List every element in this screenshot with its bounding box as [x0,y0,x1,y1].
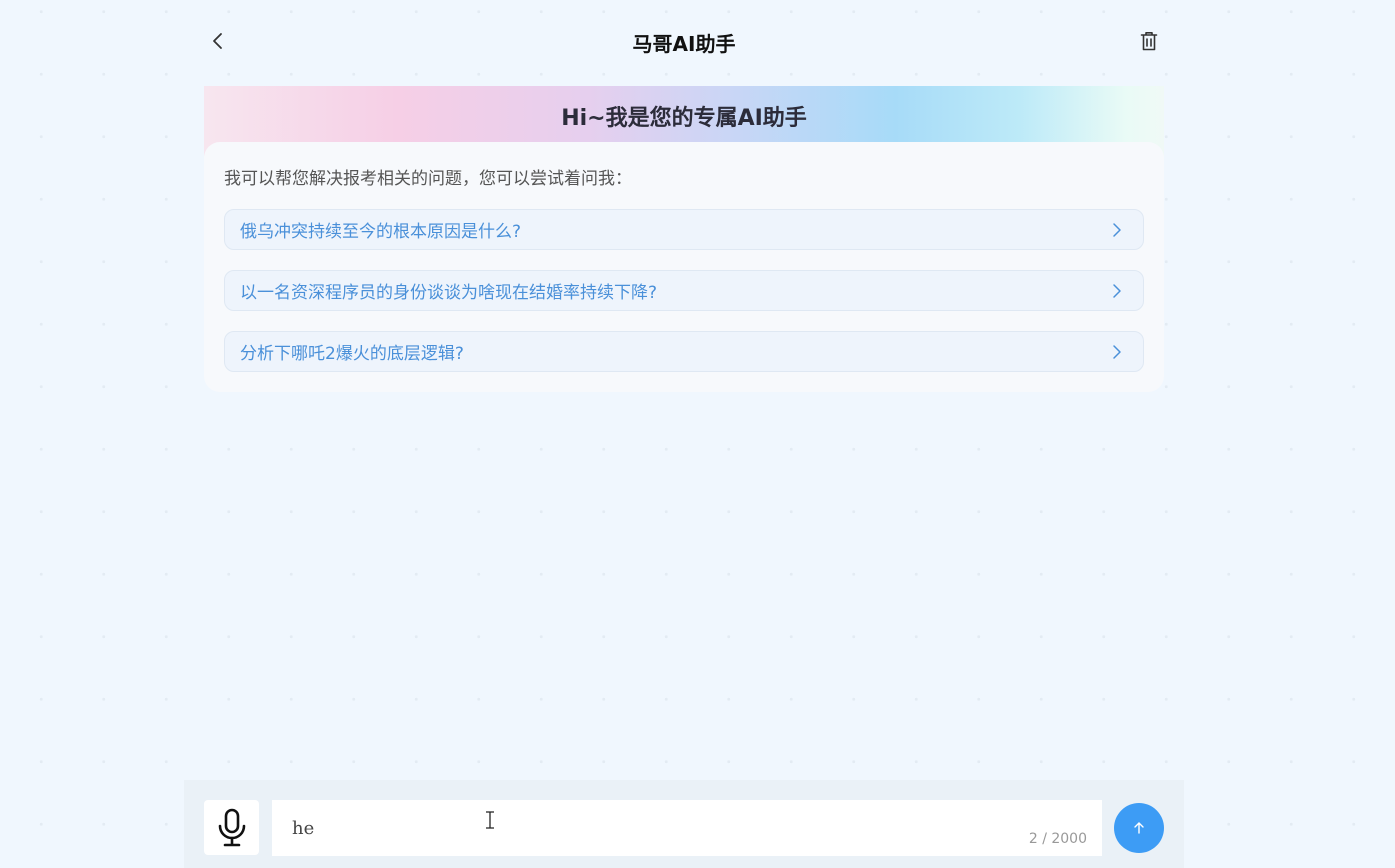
trash-icon [1140,31,1158,51]
welcome-panel: Hi~我是您的专属AI助手 我可以帮您解决报考相关的问题，您可以尝试着问我： 俄… [204,86,1164,392]
send-button[interactable] [1114,803,1164,853]
chevron-right-icon [1113,284,1121,298]
message-input[interactable]: he [272,800,1102,856]
suggestion-item[interactable]: 以一名资深程序员的身份谈谈为啥现在结婚率持续下降? [224,270,1144,311]
suggestion-item[interactable]: 俄乌冲突持续至今的根本原因是什么? [224,209,1144,250]
suggestion-item[interactable]: 分析下哪吒2爆火的底层逻辑? [224,331,1144,372]
arrow-up-icon [1134,822,1144,834]
voice-input-button[interactable] [204,800,259,855]
suggestion-label: 分析下哪吒2爆火的底层逻辑? [240,344,464,364]
chevron-right-icon [1113,223,1121,237]
suggestion-card: 我可以帮您解决报考相关的问题，您可以尝试着问我： 俄乌冲突持续至今的根本原因是什… [204,142,1164,392]
suggestion-label: 以一名资深程序员的身份谈谈为啥现在结婚率持续下降? [240,283,658,303]
input-bar: he 2 / 2000 [184,780,1184,868]
banner-title: Hi~我是您的专属AI助手 [561,106,807,131]
chevron-right-icon [1113,345,1121,359]
microphone-icon [218,808,245,846]
header: 马哥AI助手 [184,0,1184,82]
char-counter: 2 / 2000 [1028,831,1087,847]
suggestion-label: 俄乌冲突持续至今的根本原因是什么? [240,222,522,242]
page-title: 马哥AI助手 [632,32,736,56]
text-cursor-icon [486,811,494,829]
message-input-box[interactable]: he 2 / 2000 [272,800,1102,856]
intro-text: 我可以帮您解决报考相关的问题，您可以尝试着问我： [224,169,632,189]
delete-button[interactable] [1137,29,1161,53]
